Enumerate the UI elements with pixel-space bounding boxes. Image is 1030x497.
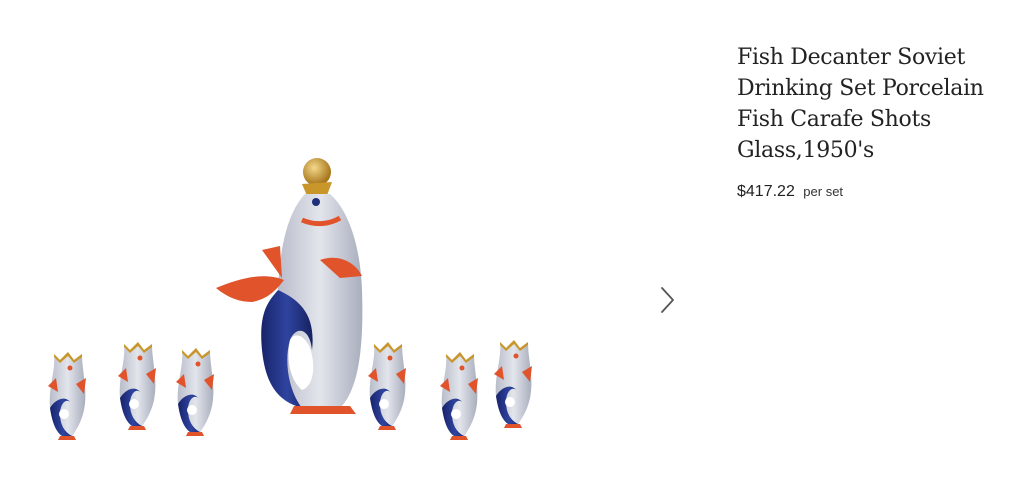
shot-glass — [176, 348, 214, 436]
shot-glass — [368, 342, 406, 430]
product-price: $417.22 — [737, 183, 795, 200]
product-image[interactable] — [40, 150, 550, 450]
product-title: Fish Decanter Soviet Drinking Set Porcel… — [737, 45, 984, 163]
product-gallery — [0, 0, 700, 497]
price-unit: per set — [803, 184, 844, 199]
product-info: Fish Decanter Soviet Drinking Set Porcel… — [737, 42, 1027, 201]
price-row: $417.22 per set — [737, 183, 1027, 201]
shot-glass — [118, 342, 156, 430]
chevron-right-icon[interactable] — [655, 285, 679, 315]
shot-glass — [440, 352, 478, 440]
shot-glass — [48, 352, 86, 440]
decanter — [216, 158, 363, 414]
shot-glass — [494, 340, 532, 428]
